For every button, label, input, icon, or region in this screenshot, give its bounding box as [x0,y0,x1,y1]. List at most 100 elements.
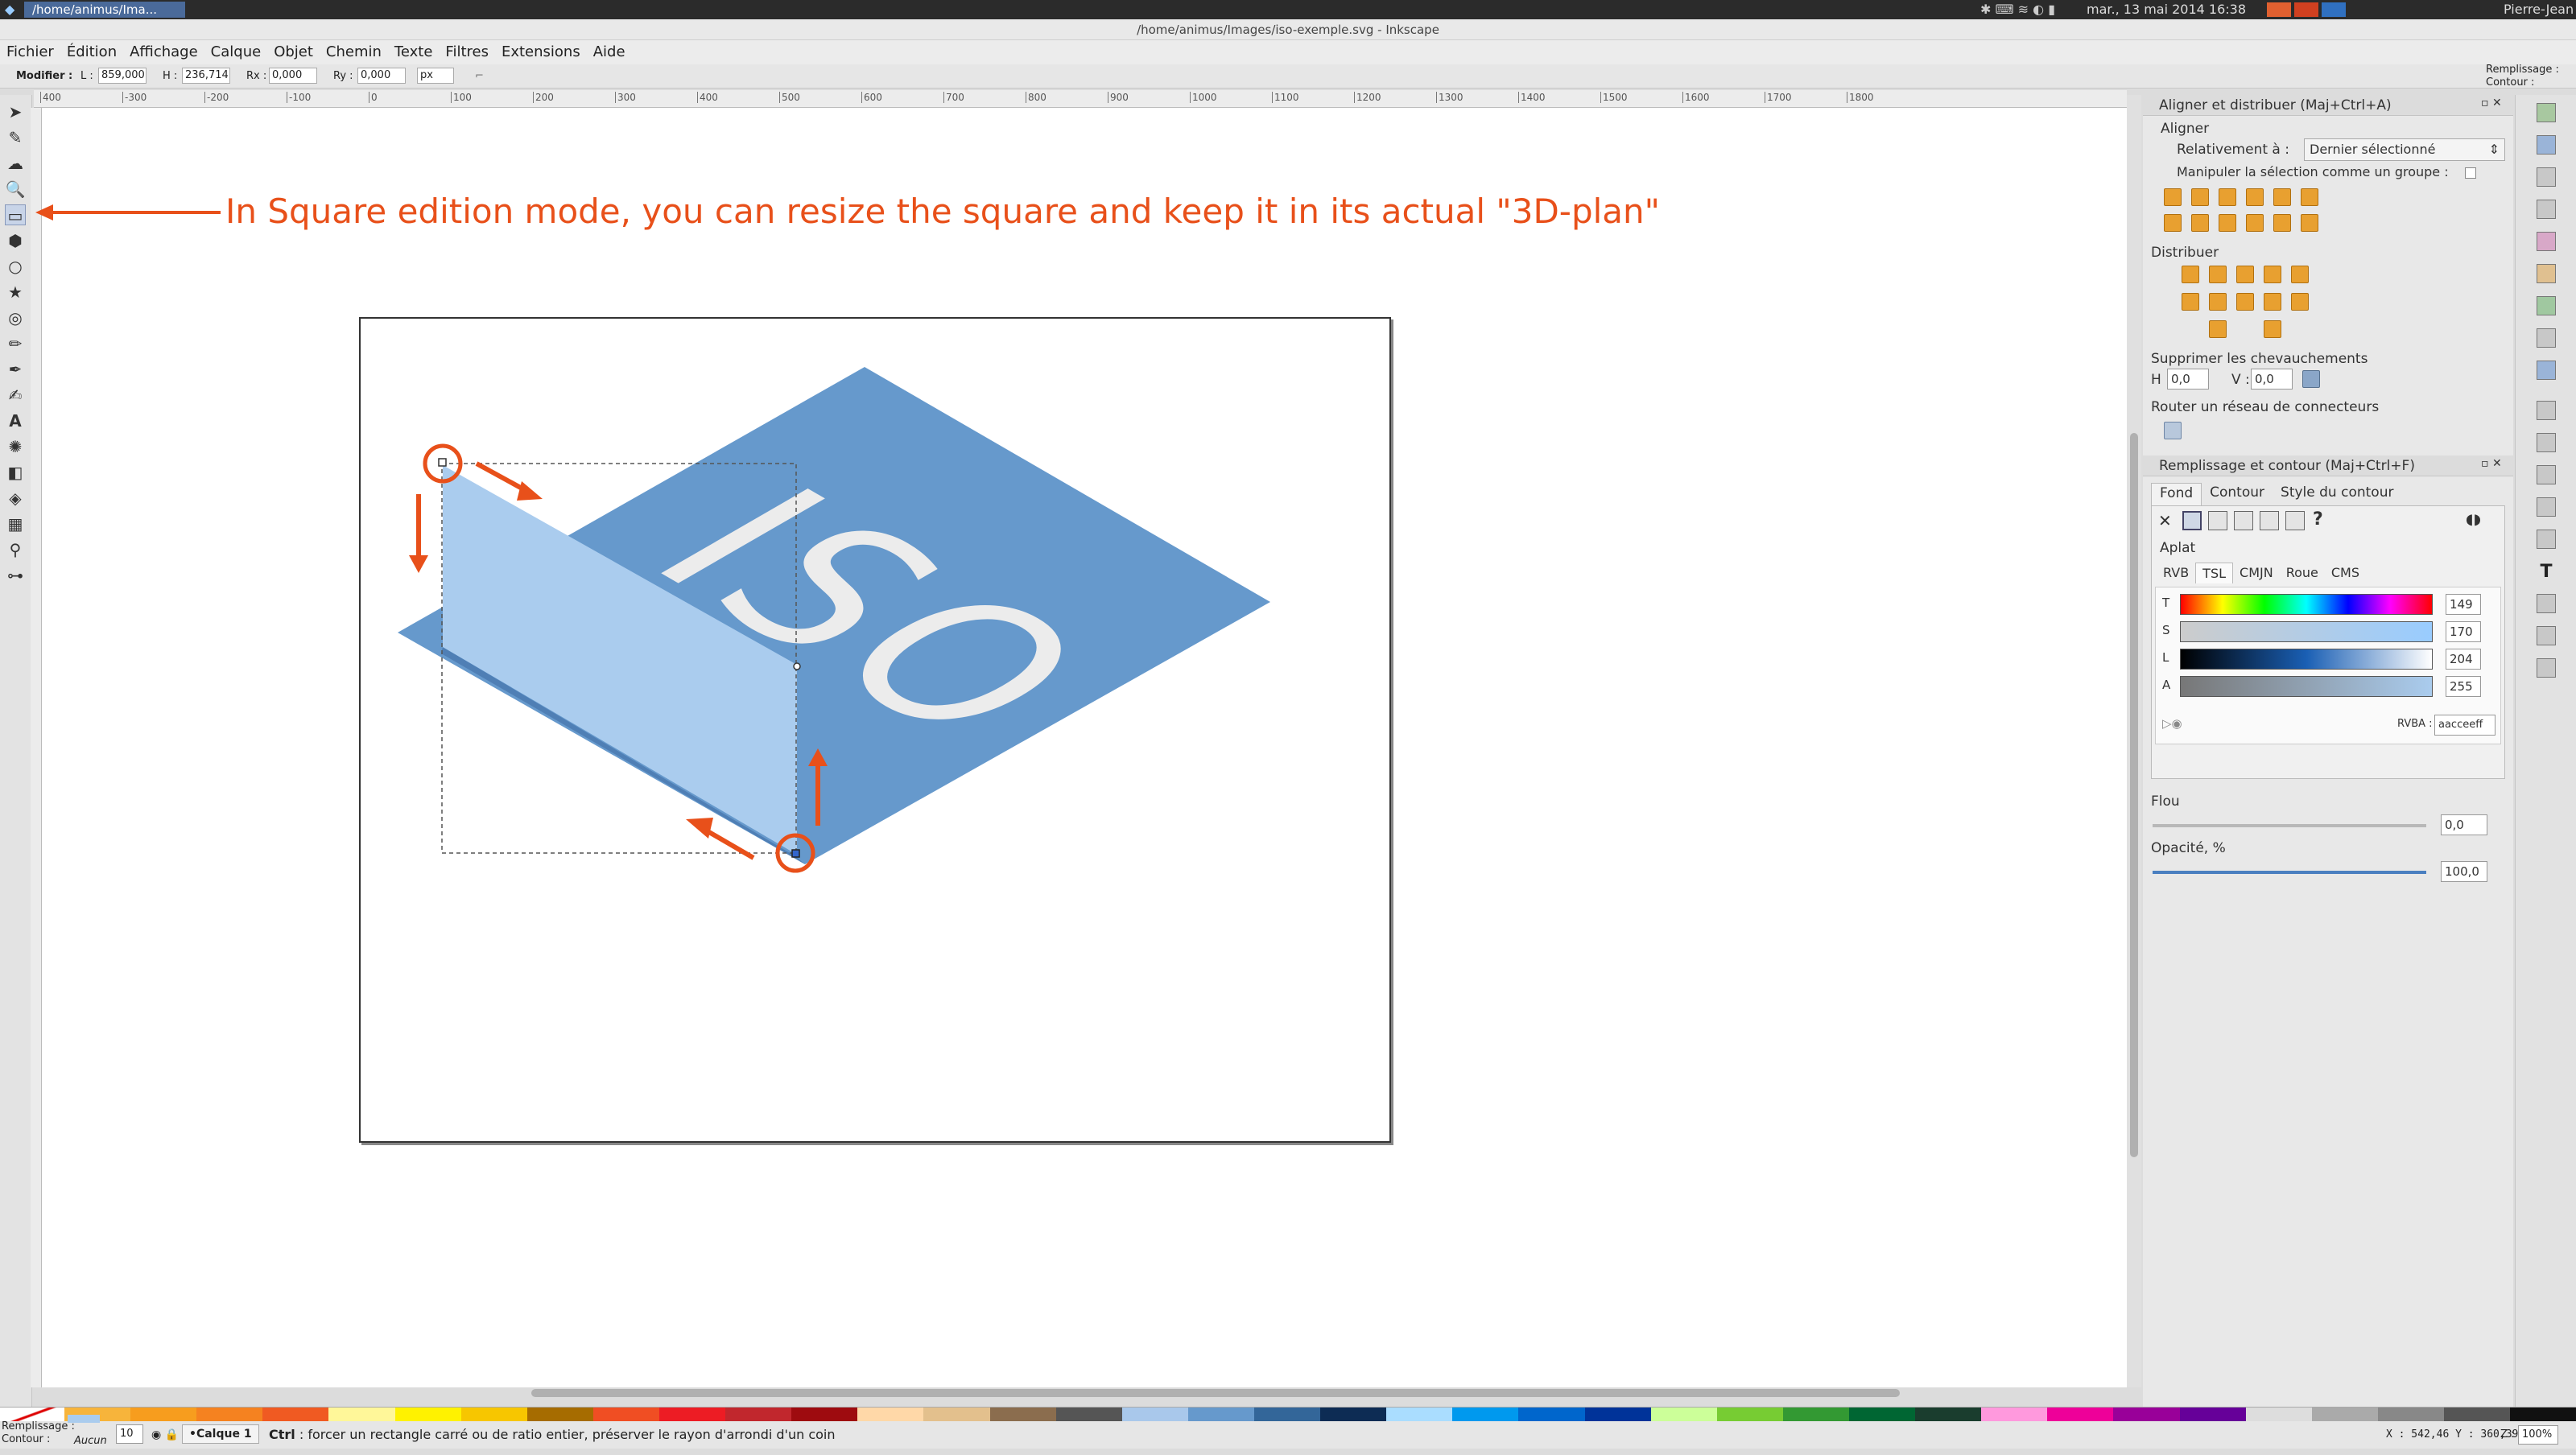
slider-s-value[interactable]: 170 [2446,621,2481,642]
palette-swatch[interactable] [857,1408,924,1422]
mode-wheel[interactable]: Roue [2280,563,2325,583]
distribute-icon[interactable] [2264,266,2281,283]
palette-swatch[interactable] [658,1408,726,1422]
align-icon[interactable] [2301,214,2318,232]
zoom-fit-icon[interactable] [2537,328,2556,348]
palette-swatch[interactable] [1716,1408,1783,1422]
palette-swatch[interactable] [791,1408,858,1422]
palette-swatch[interactable] [130,1408,197,1422]
distribute-icon[interactable] [2182,293,2199,311]
palette-swatch[interactable] [1584,1408,1651,1422]
palette-swatch[interactable] [526,1408,593,1422]
snap-option-icon[interactable] [2537,135,2556,155]
layer-select[interactable]: •Calque 1 [182,1424,259,1444]
palette-swatch[interactable] [196,1408,263,1422]
flat-color-icon[interactable] [2182,511,2202,530]
distribute-icon[interactable] [2291,293,2309,311]
align-icon[interactable] [2191,214,2209,232]
blur-slider[interactable] [2153,824,2426,827]
slider-a-track[interactable] [2180,676,2433,697]
align-icon[interactable] [2246,214,2264,232]
color-managed-icon[interactable]: ▷◉ [2162,716,2182,731]
tab-stroke-paint[interactable]: Contour [2202,483,2273,505]
connector-network-icon[interactable] [2164,422,2182,439]
unset-paint-icon[interactable]: ? [2313,509,2323,530]
overlap-v-field[interactable]: 0,0 [2251,369,2293,390]
distribute-icon[interactable] [2264,320,2281,338]
ungroup-icon[interactable] [2537,497,2556,517]
redo-icon[interactable] [2537,296,2556,315]
align-icon[interactable] [2273,214,2291,232]
slider-s-track[interactable] [2180,621,2433,642]
palette-swatch[interactable] [1650,1408,1717,1422]
palette-swatch[interactable] [592,1408,659,1422]
palette-swatch[interactable] [2179,1408,2246,1422]
slider-t-value[interactable]: 149 [2446,594,2481,615]
canvas-horizontal-scrollbar[interactable] [531,1389,1900,1397]
preferences-icon[interactable] [2537,658,2556,678]
palette-swatch[interactable] [1121,1408,1188,1422]
align-icon[interactable] [2191,188,2209,206]
slider-a-value[interactable]: 255 [2446,676,2481,697]
palette-swatch[interactable] [2047,1408,2114,1422]
opacity-slider[interactable] [2153,871,2426,874]
linear-gradient-icon[interactable] [2208,511,2227,530]
slider-l-value[interactable]: 204 [2446,649,2481,670]
relative-select[interactable]: Dernier sélectionné ⇕ [2304,138,2505,161]
fill-panel-header[interactable]: Remplissage et contour (Maj+Ctrl+F) ▫ ✕ [2143,455,2513,476]
resize-handle-bottom-right[interactable] [791,849,800,858]
zoom-field[interactable]: 100% [2518,1425,2558,1445]
distribute-icon[interactable] [2236,293,2254,311]
mode-hsl[interactable]: TSL [2195,563,2234,583]
distribute-icon[interactable] [2291,266,2309,283]
align-panel-header[interactable]: Aligner et distribuer (Maj+Ctrl+A) ▫ ✕ [2143,95,2513,116]
slider-t-track[interactable] [2180,594,2433,615]
xml-editor-icon[interactable] [2537,594,2556,613]
corner-handle-middle[interactable] [793,662,801,670]
palette-swatch[interactable] [1253,1408,1321,1422]
palette-swatch[interactable] [1981,1408,2048,1422]
palette-swatch[interactable] [1055,1408,1122,1422]
group-icon[interactable] [2537,465,2556,484]
zoom-page-icon[interactable] [2537,361,2556,380]
rgba-field[interactable]: aacceeff [2434,715,2496,736]
status-stroke-value[interactable]: Aucun [74,1428,107,1455]
visibility-lock-icons[interactable]: ◉ 🔒 [151,1421,179,1449]
import-icon[interactable] [2537,232,2556,251]
palette-swatch[interactable] [1386,1408,1453,1422]
slider-l-track[interactable] [2180,649,2433,670]
align-icon[interactable] [2301,188,2318,206]
palette-swatch[interactable] [394,1408,461,1422]
document-icon[interactable] [2537,167,2556,187]
align-icon[interactable] [2164,214,2182,232]
clone-icon[interactable] [2537,433,2556,452]
overlap-h-field[interactable]: 0,0 [2167,369,2209,390]
palette-swatch[interactable] [1452,1408,1519,1422]
align-icon[interactable] [2273,188,2291,206]
mode-rgb[interactable]: RVB [2157,563,2195,583]
undo-icon[interactable] [2537,264,2556,283]
resize-handle-top-left[interactable] [438,458,447,467]
palette-swatch[interactable] [328,1408,395,1422]
palette-swatch[interactable] [262,1408,329,1422]
distribute-icon[interactable] [2209,266,2227,283]
palette-swatch[interactable] [2510,1408,2576,1422]
pattern-icon[interactable] [2260,511,2279,530]
tab-fill[interactable]: Fond [2151,483,2202,505]
distribute-icon[interactable] [2209,293,2227,311]
status-fill-swatch[interactable] [68,1415,100,1423]
palette-swatch[interactable] [923,1408,990,1422]
distribute-icon[interactable] [2264,293,2281,311]
canvas-vertical-scrollbar[interactable] [2127,95,2141,1387]
palette-swatch[interactable] [725,1408,792,1422]
duplicate-icon[interactable] [2537,401,2556,420]
palette-swatch[interactable] [1320,1408,1387,1422]
tab-stroke-style[interactable]: Style du contour [2273,483,2401,505]
distribute-icon[interactable] [2236,266,2254,283]
palette-swatch[interactable] [1848,1408,1916,1422]
print-icon[interactable] [2537,200,2556,219]
palette-swatch[interactable] [989,1408,1056,1422]
status-opacity-field[interactable]: 10 [116,1424,143,1444]
align-icon[interactable] [2246,188,2264,206]
palette-swatch[interactable] [1915,1408,1982,1422]
